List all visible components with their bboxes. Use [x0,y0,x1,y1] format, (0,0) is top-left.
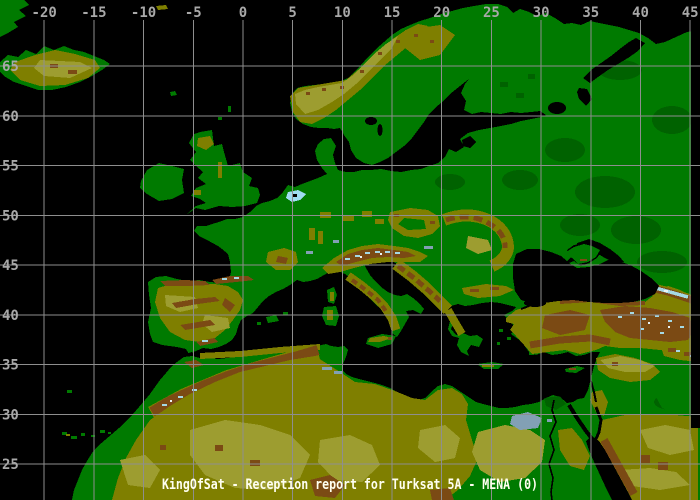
latitude-label-55: 55 [2,159,19,175]
lake-geneva [306,251,313,254]
sierra-nevada-peak [202,340,208,342]
longitude-label-25: 25 [483,5,500,21]
land-orkney [218,117,222,120]
latitude-label-65: 65 [2,59,19,75]
black-forest [318,231,323,244]
reception-map: -20 -15 -10 -5 0 5 10 15 20 25 30 35 40 45 65 60 55 50 45 4… [0,0,700,500]
longitude-label--5: -5 [185,5,202,21]
latitude-label-25: 25 [2,457,19,473]
map-data-edge [691,0,700,428]
pennines [218,162,222,178]
longitude-label--10: -10 [131,5,156,21]
crimean-mountains [580,259,587,261]
map-title-overlay: KingOfSat - Reception report for Turksat… [162,477,538,493]
welsh-mountains [194,190,201,195]
latitude-label-60: 60 [2,109,19,125]
longitude-label-0: 0 [239,5,247,21]
lake-balaton [424,246,433,249]
faiyum [547,419,552,422]
lake-vanern [365,117,377,125]
longitude-label-35: 35 [582,5,599,21]
longitude-label--15: -15 [81,5,106,21]
longitude-label--20: -20 [32,5,57,21]
latitude-label-50: 50 [2,208,19,224]
vosges [309,228,315,240]
land-ibiza [257,322,261,325]
lake-vattern [377,124,383,136]
longitude-label-20: 20 [433,5,450,21]
land-madeira [67,390,72,393]
etna [388,337,392,340]
longitude-label-15: 15 [384,5,401,21]
latitude-label-40: 40 [2,308,19,324]
danish-straits [338,165,353,170]
longitude-label-40: 40 [632,5,649,21]
longitude-label-30: 30 [533,5,550,21]
ijsselmeer [293,194,297,197]
longitude-label-5: 5 [288,5,296,21]
reception-map-page: -20 -15 -10 -5 0 5 10 15 20 25 30 35 40 45 65 60 55 50 45 4… [0,0,700,500]
chott-el-jerid [322,367,332,370]
lake-ladoga [548,102,566,114]
longitude-label-10: 10 [334,5,351,21]
latitude-label-30: 30 [2,407,19,423]
latitude-label-35: 35 [2,358,19,374]
longitude-label-45: 45 [682,5,699,21]
latitude-label-45: 45 [2,258,19,274]
land-shetland [228,106,231,112]
lake-constance [333,240,339,243]
